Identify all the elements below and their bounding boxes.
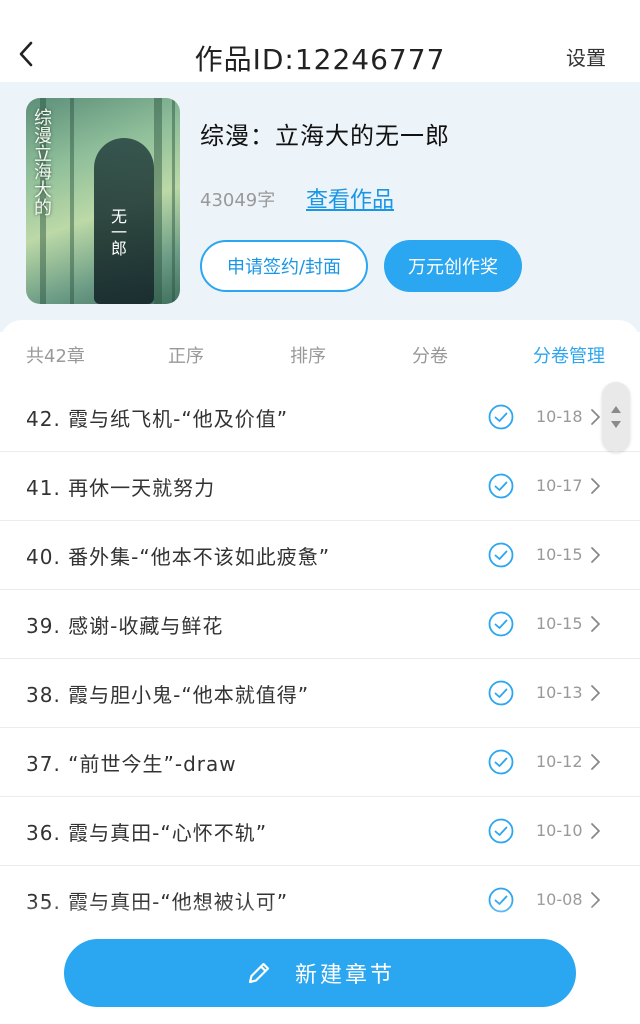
chapter-date: 10-17 — [536, 476, 583, 495]
chevron-right-icon — [591, 685, 600, 701]
cover-author: 无一郎 — [108, 208, 127, 256]
chapter-row[interactable]: 36. 霞与真田-“心怀不轨” 10-10 — [0, 797, 640, 866]
chapter-row[interactable]: 37. “前世今生”-draw 10-12 — [0, 728, 640, 797]
cover-bamboo — [154, 98, 162, 304]
page-title: 作品ID:12246777 — [194, 43, 446, 76]
chapter-date: 10-15 — [536, 614, 583, 633]
chapter-date: 10-12 — [536, 752, 583, 771]
chapter-row[interactable]: 41. 再休一天就努力 10-17 — [0, 452, 640, 521]
scroll-handle[interactable] — [602, 382, 630, 452]
volume-manage-tab[interactable]: 分卷管理 — [533, 342, 605, 368]
chevron-right-icon — [591, 409, 600, 425]
chapter-title: 37. “前世今生”-draw — [26, 752, 237, 776]
arrow-down-icon — [611, 421, 621, 428]
chevron-right-icon — [591, 616, 600, 632]
volume-tab[interactable]: 分卷 — [412, 342, 448, 368]
sort-tab[interactable]: 排序 — [290, 342, 326, 368]
chapter-date: 10-10 — [536, 821, 583, 840]
chapter-title: 42. 霞与纸飞机-“他及价值” — [26, 407, 289, 431]
chevron-right-icon — [591, 478, 600, 494]
published-check-icon — [488, 818, 514, 844]
view-work-link[interactable]: 查看作品 — [306, 182, 394, 214]
work-title: 综漫：立海大的无一郎 — [200, 122, 450, 150]
chapter-date: 10-13 — [536, 683, 583, 702]
creation-award-button[interactable]: 万元创作奖 — [384, 240, 522, 292]
chapter-title: 39. 感谢-收藏与鲜花 — [26, 614, 224, 638]
cover-bamboo — [70, 98, 74, 304]
chapter-date: 10-15 — [536, 545, 583, 564]
chapter-title: 36. 霞与真田-“心怀不轨” — [26, 821, 268, 845]
chevron-right-icon — [591, 547, 600, 563]
published-check-icon — [488, 404, 514, 430]
apply-contract-button[interactable]: 申请签约/封面 — [200, 240, 368, 292]
chapter-list: 42. 霞与纸飞机-“他及价值” 10-18 41. 再休一天就努力 10-17… — [0, 383, 640, 935]
order-asc-tab[interactable]: 正序 — [168, 342, 204, 368]
chapter-title: 40. 番外集-“他本不该如此疲惫” — [26, 545, 331, 569]
chapter-row[interactable]: 40. 番外集-“他本不该如此疲惫” 10-15 — [0, 521, 640, 590]
chapter-date: 10-18 — [536, 407, 583, 426]
settings-button[interactable]: 设置 — [566, 42, 606, 71]
chapter-title: 38. 霞与胆小鬼-“他本就值得” — [26, 683, 310, 707]
top-bar: 作品ID:12246777 设置 — [0, 0, 640, 82]
new-chapter-label: 新建章节 — [294, 963, 395, 988]
work-header: 综漫立海大的 无一郎 综漫：立海大的无一郎 43049字 查看作品 申请签约/封… — [0, 82, 640, 332]
published-check-icon — [488, 473, 514, 499]
chevron-right-icon — [591, 823, 600, 839]
book-cover[interactable]: 综漫立海大的 无一郎 — [26, 98, 180, 304]
cover-bamboo — [172, 98, 175, 304]
filter-bar: 共42章 正序 排序 分卷 分卷管理 — [0, 342, 640, 368]
pencil-icon — [248, 962, 270, 984]
word-count: 43049字 — [200, 190, 276, 211]
new-chapter-button[interactable]: 新建章节 — [64, 939, 576, 1007]
chapter-row[interactable]: 38. 霞与胆小鬼-“他本就值得” 10-13 — [0, 659, 640, 728]
published-check-icon — [488, 680, 514, 706]
published-check-icon — [488, 542, 514, 568]
chapter-count: 共42章 — [26, 346, 85, 367]
chevron-right-icon — [591, 754, 600, 770]
chapter-title: 41. 再休一天就努力 — [26, 476, 216, 500]
published-check-icon — [488, 611, 514, 637]
chapter-row[interactable]: 39. 感谢-收藏与鲜花 10-15 — [0, 590, 640, 659]
cover-title: 综漫立海大的 — [31, 108, 52, 216]
chapter-row[interactable]: 42. 霞与纸飞机-“他及价值” 10-18 — [0, 383, 640, 452]
arrow-up-icon — [611, 406, 621, 413]
published-check-icon — [488, 749, 514, 775]
